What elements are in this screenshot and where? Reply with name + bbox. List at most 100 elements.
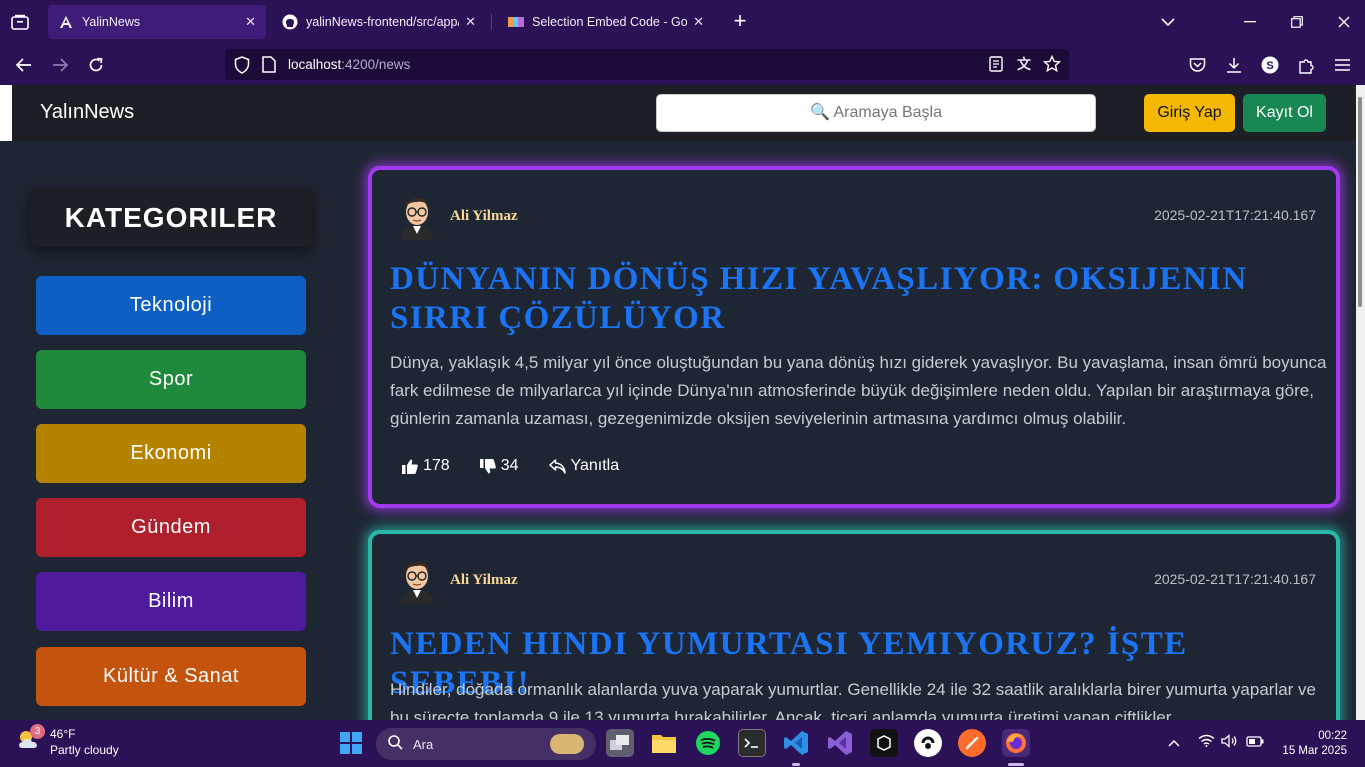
- like-count: 178: [423, 457, 450, 474]
- clock-date: 15 Mar 2025: [1282, 745, 1347, 757]
- browser-nav-bar: localhost:4200/news 文 S: [0, 44, 1365, 85]
- pocket-icon[interactable]: [1184, 52, 1210, 78]
- bookmark-star-icon[interactable]: [1043, 54, 1061, 74]
- author-name[interactable]: Ali Yilmaz: [450, 208, 518, 225]
- list-all-tabs-chevron-icon[interactable]: [1153, 8, 1183, 36]
- taskbar-search[interactable]: Ara: [376, 728, 596, 760]
- page-left-edge: [0, 85, 12, 141]
- terminal-icon[interactable]: [738, 729, 766, 757]
- reply-button[interactable]: Yanıtla: [548, 457, 619, 475]
- visual-studio-icon[interactable]: [826, 729, 854, 757]
- extensions-puzzle-icon[interactable]: [1293, 52, 1319, 78]
- category-culture-art-button[interactable]: Kültür & Sanat: [36, 647, 306, 706]
- browser-tab-embed[interactable]: Selection Embed Code - Google ✕: [498, 5, 714, 39]
- partly-cloudy-icon: 3: [16, 724, 45, 752]
- post-actions: 178 34 Yanıtla: [402, 457, 649, 475]
- tab-title: yalinNews-frontend/src/app/co: [306, 15, 460, 29]
- weather-temp: 46°F: [50, 727, 76, 741]
- search-input[interactable]: [656, 94, 1096, 132]
- site-brand[interactable]: YalınNews: [40, 101, 134, 124]
- weather-text: 46°F Partly cloudy: [50, 726, 119, 758]
- tab-list-icon[interactable]: [8, 10, 32, 34]
- dislike-button[interactable]: 34: [479, 457, 519, 475]
- vscode-icon[interactable]: [782, 729, 810, 757]
- web-page: YalınNews Giriş Yap Kayıt Ol KATEGORILER…: [0, 85, 1365, 720]
- scrollbar-thumb[interactable]: [1358, 97, 1362, 307]
- browser-tab-yalinnews[interactable]: YalinNews ✕: [48, 5, 266, 39]
- url-path: :4200/news: [341, 57, 411, 72]
- dark-app-icon[interactable]: [870, 729, 898, 757]
- circle-app-icon[interactable]: [914, 729, 942, 757]
- browser-tab-strip: YalinNews ✕ yalinNews-frontend/src/app/c…: [0, 0, 1365, 44]
- system-clock[interactable]: 00:22 15 Mar 2025: [1282, 729, 1347, 759]
- postman-icon[interactable]: [958, 729, 986, 757]
- file-explorer-icon[interactable]: [650, 729, 678, 757]
- news-card: Ali Yilmaz 2025-02-21T17:21:40.167 NEDEN…: [368, 530, 1340, 720]
- new-tab-plus-icon[interactable]: +: [728, 9, 752, 33]
- close-window-icon[interactable]: [1329, 8, 1359, 36]
- thumbs-down-icon: [479, 458, 496, 473]
- spotify-icon[interactable]: [694, 729, 722, 757]
- thumbs-up-icon: [402, 459, 418, 474]
- post-body: Dünya, yaklaşık 4,5 milyar yıl önce oluş…: [390, 353, 1327, 428]
- category-sports-button[interactable]: Spor: [36, 350, 306, 409]
- tab-title: Selection Embed Code - Google: [532, 15, 688, 29]
- category-agenda-button[interactable]: Gündem: [36, 498, 306, 557]
- address-bar[interactable]: localhost:4200/news 文: [225, 49, 1069, 80]
- address-bar-actions: 文: [987, 54, 1061, 74]
- post-headline[interactable]: DÜNYANIN DÖNÜŞ HIZI YAVAŞLIYOR: OKSIJENI…: [390, 260, 1310, 338]
- translate-icon[interactable]: 文: [1015, 54, 1033, 74]
- taskbar: 3 46°F Partly cloudy Ara 00:22 15 Mar 20…: [0, 720, 1365, 767]
- downloads-icon[interactable]: [1221, 52, 1247, 78]
- signup-button[interactable]: Kayıt Ol: [1243, 94, 1326, 132]
- restore-icon[interactable]: [1282, 8, 1312, 36]
- author-name[interactable]: Ali Yilmaz: [450, 572, 518, 589]
- dislike-count: 34: [500, 457, 519, 474]
- close-tab-icon[interactable]: ✕: [693, 14, 704, 30]
- svg-text:S: S: [1266, 60, 1273, 72]
- tab-title: YalinNews: [82, 15, 141, 29]
- back-arrow-icon[interactable]: [11, 52, 37, 78]
- reader-view-icon[interactable]: [987, 54, 1005, 74]
- iconify-icon: [508, 14, 524, 30]
- category-economy-button[interactable]: Ekonomi: [36, 424, 306, 483]
- minimize-icon[interactable]: [1235, 8, 1265, 36]
- wifi-icon[interactable]: [1198, 734, 1215, 750]
- news-card: Ali Yilmaz 2025-02-21T17:21:40.167 DÜNYA…: [368, 166, 1340, 508]
- category-technology-button[interactable]: Teknoloji: [36, 276, 306, 335]
- search-highlight-doodle-icon: [550, 734, 584, 754]
- page-scrollbar[interactable]: [1356, 85, 1365, 720]
- reply-arrow-icon: [548, 458, 566, 474]
- windows-start-icon[interactable]: [340, 732, 362, 754]
- battery-icon[interactable]: [1246, 734, 1264, 750]
- reload-icon[interactable]: [83, 52, 109, 78]
- shield-icon[interactable]: [234, 56, 250, 79]
- volume-icon[interactable]: [1221, 734, 1238, 751]
- author-avatar: [401, 198, 433, 240]
- github-icon: [282, 14, 298, 30]
- task-view-icon[interactable]: [606, 729, 634, 757]
- page-info-icon[interactable]: [262, 56, 276, 78]
- hamburger-menu-icon[interactable]: [1329, 52, 1355, 78]
- weather-badge: 3: [30, 724, 45, 739]
- clock-time: 00:22: [1318, 730, 1347, 742]
- author-avatar: [401, 562, 433, 604]
- weather-widget[interactable]: 3 46°F Partly cloudy: [16, 724, 119, 758]
- login-button[interactable]: Giriş Yap: [1144, 94, 1235, 132]
- firefox-icon[interactable]: [1002, 729, 1030, 757]
- category-science-button[interactable]: Bilim: [36, 572, 306, 631]
- tab-separator: [491, 14, 492, 30]
- firefox-running-indicator: [1008, 763, 1024, 766]
- forward-arrow-icon[interactable]: [47, 52, 73, 78]
- account-avatar-icon[interactable]: S: [1257, 52, 1283, 78]
- url-text[interactable]: localhost:4200/news: [288, 57, 410, 72]
- show-hidden-icons-chevron-icon[interactable]: [1168, 734, 1180, 750]
- post-date: 2025-02-21T17:21:40.167: [1154, 207, 1316, 223]
- post-date: 2025-02-21T17:21:40.167: [1154, 571, 1316, 587]
- vscode-running-indicator: [792, 763, 800, 766]
- taskbar-search-label: Ara: [413, 736, 434, 752]
- close-tab-icon[interactable]: ✕: [465, 14, 476, 30]
- close-tab-icon[interactable]: ✕: [245, 14, 256, 30]
- like-button[interactable]: 178: [402, 457, 450, 475]
- browser-tab-github[interactable]: yalinNews-frontend/src/app/co ✕: [272, 5, 486, 39]
